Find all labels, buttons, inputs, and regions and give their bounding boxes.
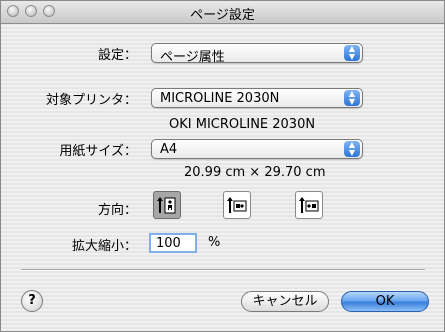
printer-popup[interactable]: MICROLINE 2030N ▲ ▼ (151, 88, 363, 108)
title-bar: ページ設定 (1, 1, 444, 24)
help-button[interactable]: ? (21, 290, 43, 312)
portrait-person-icon (157, 197, 176, 214)
printer-value: MICROLINE 2030N (160, 91, 280, 106)
settings-label: 設定： (97, 48, 137, 63)
printer-label: 対象プリンタ： (45, 93, 137, 108)
settings-popup[interactable]: ページ属性 ▲ ▼ (151, 43, 363, 65)
popup-arrows-icon: ▲ ▼ (344, 90, 360, 106)
orientation-landscape-left-button[interactable] (223, 191, 251, 219)
separator (21, 269, 425, 271)
orientation-label: 方向： (97, 203, 137, 218)
orientation-portrait-button[interactable] (153, 191, 181, 219)
paper-size-label: 用紙サイズ： (59, 144, 137, 159)
settings-value: ページ属性 (160, 50, 225, 65)
printer-detail: OKI MICROLINE 2030N (169, 117, 316, 132)
page-setup-dialog: ページ設定 設定： ページ属性 ▲ ▼ 対象プリンタ： MICROLINE 203… (0, 0, 445, 332)
popup-arrows-icon: ▲ ▼ (344, 45, 360, 61)
paper-dimensions: 20.99 cm × 29.70 cm (184, 165, 326, 180)
cancel-button[interactable]: キャンセル (241, 291, 329, 312)
window-title: ページ設定 (190, 8, 255, 23)
landscape-right-icon (299, 197, 319, 213)
popup-arrows-icon: ▲ ▼ (344, 141, 360, 157)
orientation-landscape-right-button[interactable] (295, 191, 323, 219)
ok-button[interactable]: OK (341, 291, 429, 312)
landscape-left-icon (227, 197, 247, 213)
scale-unit: % (208, 235, 221, 250)
paper-size-popup[interactable]: A4 ▲ ▼ (151, 139, 363, 159)
scale-label: 拡大縮小： (71, 239, 137, 254)
paper-size-value: A4 (160, 142, 178, 157)
scale-input[interactable] (149, 233, 197, 253)
